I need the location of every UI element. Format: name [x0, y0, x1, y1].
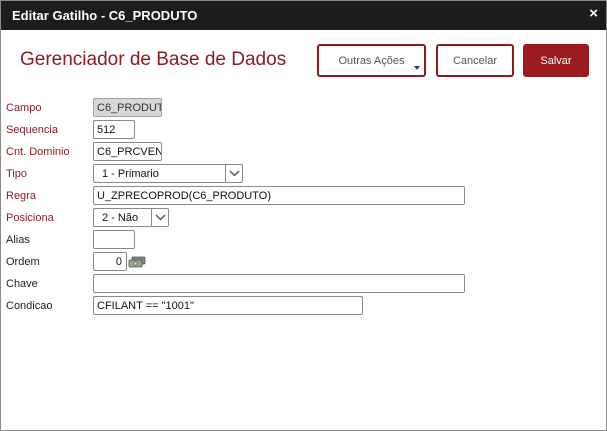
- money-icon[interactable]: [128, 256, 146, 268]
- save-button[interactable]: Salvar: [523, 44, 589, 77]
- other-actions-label: Outras Ações: [338, 54, 405, 67]
- other-actions-button[interactable]: Outras Ações: [317, 44, 426, 77]
- alias-label: Alias: [6, 234, 30, 246]
- chevron-down-icon: [225, 165, 242, 182]
- chave-label: Chave: [6, 278, 38, 290]
- window-title: Editar Gatilho - C6_PRODUTO: [12, 8, 198, 23]
- ordem-field[interactable]: 0: [93, 252, 127, 271]
- tipo-select[interactable]: 1 - Primario: [93, 164, 243, 183]
- posiciona-select[interactable]: 2 - Não: [93, 208, 169, 227]
- posiciona-select-value: 2 - Não: [102, 212, 139, 224]
- save-label: Salvar: [540, 54, 572, 67]
- page-title: Gerenciador de Base de Dados: [20, 49, 287, 70]
- ordem-label: Ordem: [6, 256, 40, 268]
- alias-field[interactable]: [93, 230, 135, 249]
- condicao-field[interactable]: CFILANT == "1001": [93, 296, 363, 315]
- title-bar: Editar Gatilho - C6_PRODUTO ×: [1, 1, 606, 30]
- cancel-button[interactable]: Cancelar: [436, 44, 514, 77]
- caret-down-icon: [414, 66, 420, 70]
- tipo-label: Tipo: [6, 168, 27, 180]
- campo-field: C6_PRODUTO: [93, 98, 162, 117]
- chave-field[interactable]: [93, 274, 465, 293]
- chevron-down-icon: [151, 209, 168, 226]
- cnt-dominio-label: Cnt. Dominio: [6, 146, 70, 158]
- regra-field[interactable]: U_ZPRECOPROD(C6_PRODUTO): [93, 186, 465, 205]
- condicao-label: Condicao: [6, 300, 53, 312]
- sequencia-label: Sequencia: [6, 124, 58, 136]
- cnt-dominio-field[interactable]: C6_PRCVEN: [93, 142, 162, 161]
- campo-label: Campo: [6, 102, 42, 114]
- close-icon[interactable]: ×: [589, 6, 598, 22]
- edit-trigger-dialog: Editar Gatilho - C6_PRODUTO × Gerenciado…: [0, 0, 607, 431]
- sequencia-field[interactable]: 512: [93, 120, 135, 139]
- regra-label: Regra: [6, 190, 36, 202]
- posiciona-label: Posiciona: [6, 212, 54, 224]
- tipo-select-value: 1 - Primario: [102, 168, 159, 180]
- cancel-label: Cancelar: [452, 54, 498, 67]
